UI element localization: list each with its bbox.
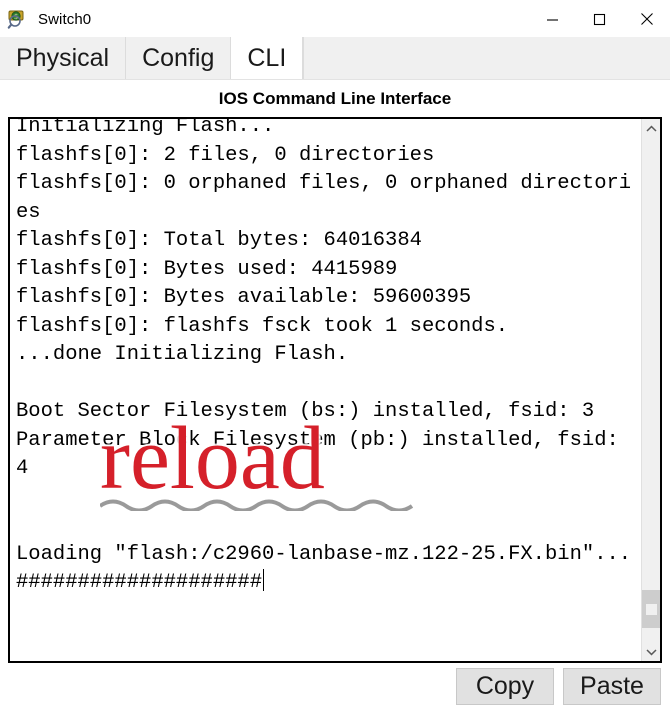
chevron-down-icon[interactable] — [642, 642, 660, 661]
minimize-icon[interactable] — [529, 0, 576, 38]
terminal-output[interactable]: Initializing Flash... flashfs[0]: 2 file… — [10, 117, 641, 661]
scrollbar-thumb[interactable] — [642, 590, 660, 628]
maximize-icon[interactable] — [576, 0, 623, 38]
chevron-up-icon[interactable] — [642, 119, 660, 138]
panel-title: IOS Command Line Interface — [218, 89, 452, 108]
copy-button[interactable]: Copy — [456, 667, 554, 705]
window-title: Switch0 — [38, 10, 92, 28]
tab-physical[interactable]: Physical — [0, 37, 127, 79]
text-cursor — [263, 569, 265, 591]
packet-tracer-switch-icon: $ — [7, 8, 29, 30]
cli-footer: https://blog.csdn.net/qq_46941422 Copy P… — [0, 665, 670, 711]
terminal-text: Initializing Flash... flashfs[0]: 2 file… — [16, 117, 632, 594]
window-controls — [529, 0, 670, 38]
tab-bar-filler — [303, 37, 670, 79]
window-titlebar: $ Switch0 — [0, 0, 670, 38]
tab-config[interactable]: Config — [126, 37, 232, 79]
tab-bar: Physical Config CLI — [0, 37, 670, 80]
terminal-container: Initializing Flash... flashfs[0]: 2 file… — [8, 117, 662, 663]
tab-cli[interactable]: CLI — [231, 37, 304, 79]
cli-panel: IOS Command Line Interface Initializing … — [0, 80, 670, 665]
scrollbar-track[interactable] — [642, 138, 660, 642]
terminal-scrollbar[interactable] — [641, 119, 660, 661]
cli-window: $ Switch0 Physical Config CLI IOS Comman… — [0, 0, 670, 711]
close-icon[interactable] — [623, 0, 670, 38]
paste-button[interactable]: Paste — [563, 667, 661, 705]
